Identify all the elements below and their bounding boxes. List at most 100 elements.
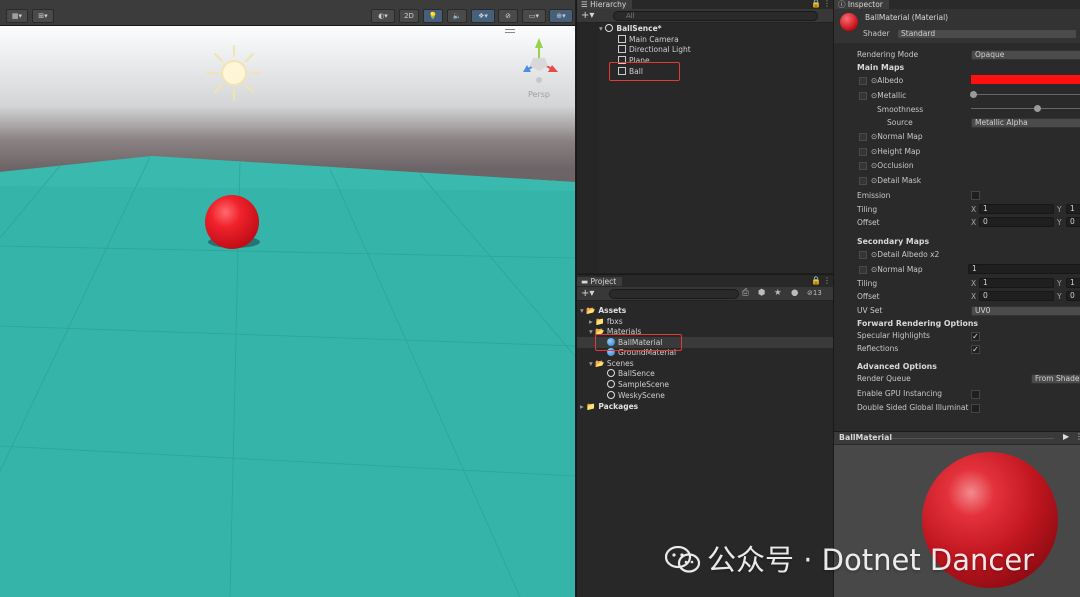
project-folder-packages[interactable]: ▸ 📁 Packages [580,401,638,412]
add-object-button[interactable]: +▾ [581,10,594,22]
highlight-box [609,62,680,81]
more-options-icon[interactable]: ⋮ [823,276,831,285]
scene-root-row[interactable]: ▾ BallSence* [599,23,662,34]
hidden-objects-toggle-icon[interactable]: ⊘ [498,9,518,23]
secondary-normal-map-slot[interactable] [859,266,867,274]
folder-icon: 📁 [595,317,607,326]
tiling-y-field[interactable]: 1 [1066,204,1080,214]
scene-root-label: BallSence* [616,24,662,33]
metallic-text: Metallic [877,91,907,100]
offset-x-field[interactable]: 0 [979,217,1054,227]
lock-icon[interactable]: 🔒 [811,0,821,8]
offset-2-x-field[interactable]: 0 [979,291,1054,301]
preview-options-icon[interactable]: ⋮ [1075,432,1080,441]
project-tab-label: Project [590,277,617,286]
rendering-mode-dropdown[interactable]: Opaque [971,50,1080,60]
height-map-slot[interactable] [859,148,867,156]
rendering-mode-value: Opaque [975,50,1005,59]
perspective-label[interactable]: Persp [528,90,550,99]
draw-mode-button[interactable]: ◐▾ [371,9,395,23]
orientation-gizmo-icon[interactable] [518,36,560,88]
folder-label: Assets [598,306,627,315]
uv-set-dropdown[interactable]: UV0 [971,306,1080,316]
2d-toggle-button[interactable]: 2D [399,9,419,23]
project-scene-samplescene[interactable]: SampleScene [607,379,669,390]
specular-highlights-checkbox[interactable]: ✓ [971,332,980,341]
tiling-2-y-label: Y [1057,279,1062,288]
smoothness-slider-handle[interactable] [1034,105,1041,112]
double-sided-gi-checkbox[interactable] [971,404,980,413]
hierarchy-item-directional-light[interactable]: Directional Light [618,44,691,55]
albedo-color-swatch[interactable] [971,75,1080,84]
tab-project[interactable]: ▬ Project [577,277,623,286]
project-scene-weskyscene[interactable]: WeskyScene [607,390,665,401]
lighting-toggle-icon[interactable]: 💡 [423,9,443,23]
hidden-packages-icon[interactable]: ⊘13 [807,289,822,297]
tiling-2-y-field[interactable]: 1 [1066,278,1080,288]
reflections-label: Reflections [857,344,899,353]
scene-viewport[interactable]: Persp [0,26,575,597]
directional-light-icon[interactable] [205,44,263,102]
tiling-2-x-label: X [971,279,977,288]
search-by-label-icon[interactable]: ⬢ [758,288,765,298]
audio-toggle-icon[interactable]: 🔈 [447,9,467,23]
metallic-slider-track[interactable] [971,94,1080,95]
shader-label: Shader [863,29,890,38]
asset-label: BallSence [618,369,655,378]
asset-label: SampleScene [618,380,669,389]
offset-y-label: Y [1057,218,1062,227]
tiling-2-x-field[interactable]: 1 [979,278,1054,288]
project-scene-ballsence[interactable]: BallSence [607,368,655,379]
play-preview-icon[interactable]: ▶ [1063,432,1069,441]
occlusion-slot[interactable] [859,162,867,170]
detail-mask-slot[interactable] [859,177,867,185]
normal-map-slot[interactable] [859,133,867,141]
hierarchy-search-input[interactable]: All [613,11,818,21]
offset-2-label: Offset [857,292,880,301]
tab-inspector[interactable]: ⓘ Inspector [834,0,889,9]
gizmos-toggle-icon[interactable]: ⊕▾ [549,9,573,23]
source-dropdown[interactable]: Metallic Alpha [971,118,1080,128]
create-asset-button[interactable]: +▾ [581,288,594,300]
scene-toolbar: ▦▾ ⊞▾ ◐▾ 2D 💡 🔈 ❖▾ ⊘ ▭▾ ⊕▾ [0,0,575,26]
more-options-icon[interactable]: ⋮ [823,0,831,8]
metallic-slider-handle[interactable] [970,91,977,98]
smoothness-slider-track[interactable] [971,108,1080,109]
scene-menu-icon[interactable] [505,29,515,33]
info-icon[interactable]: ● [791,288,798,298]
project-search-input[interactable] [609,289,739,299]
unity-scene-icon [607,380,615,388]
camera-settings-icon[interactable]: ▭▾ [522,9,546,23]
tab-hierarchy[interactable]: ☰ Hierarchy [577,0,633,9]
albedo-texture-slot[interactable] [859,77,867,85]
lock-icon[interactable]: 🔒 [811,276,821,285]
tiling-x-field[interactable]: 1 [979,204,1054,214]
folder-icon: 📁 [586,402,599,411]
preview-title: BallMaterial [839,433,893,442]
normal-scale-field[interactable]: 1 [968,264,1080,274]
shader-dropdown[interactable]: Standard [897,29,1077,39]
normal-map-text: Normal Map [877,132,923,141]
reflections-checkbox[interactable]: ✓ [971,345,980,354]
project-folder-assets[interactable]: ▾ 📂 Assets [580,305,626,316]
folder-label: Packages [598,402,639,411]
snap-increment-button[interactable]: ⊞▾ [32,9,54,23]
specular-highlights-label: Specular Highlights [857,331,930,340]
render-queue-dropdown[interactable]: From Shader [1031,374,1080,384]
emission-checkbox[interactable] [971,191,980,200]
detail-albedo-slot[interactable] [859,251,867,259]
detail-albedo-text: Detail Albedo x2 [877,250,940,259]
saved-search-icon[interactable]: ★ [774,288,782,298]
tiling-y-value: 1 [1070,204,1075,213]
grid-snap-button[interactable]: ▦▾ [6,9,28,23]
metallic-texture-slot[interactable] [859,92,867,100]
source-label: Source [887,118,913,127]
ball-object[interactable] [205,195,259,249]
search-by-type-icon[interactable]: ⎙ [742,288,749,298]
offset-y-field[interactable]: 0 [1066,217,1080,227]
detail-mask-label: ⊙Detail Mask [871,175,921,187]
gpu-instancing-checkbox[interactable] [971,390,980,399]
offset-2-y-field[interactable]: 0 [1066,291,1080,301]
secondary-maps-heading: Secondary Maps [857,237,930,246]
effects-toggle-icon[interactable]: ❖▾ [471,9,495,23]
